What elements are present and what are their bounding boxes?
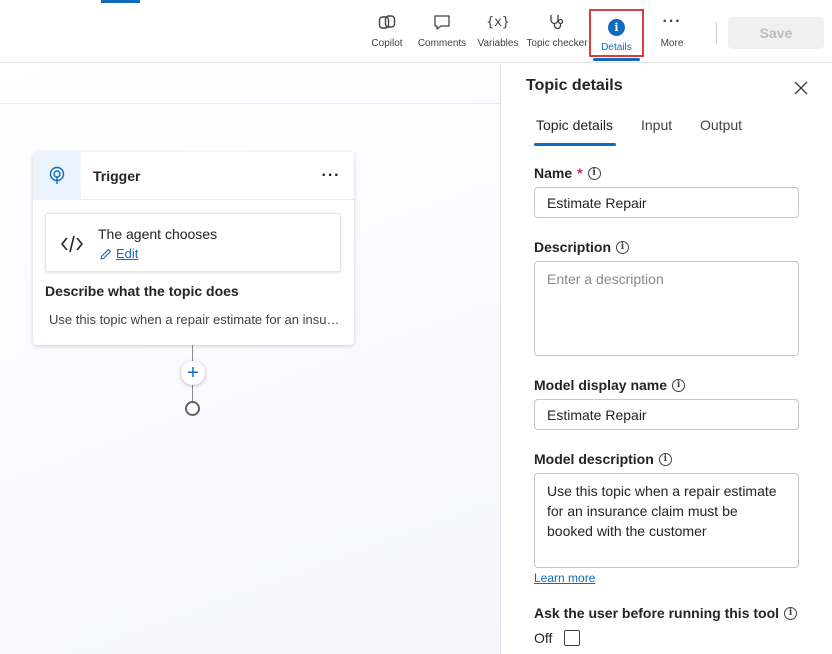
ask-user-label-row: Ask the user before running this tool i	[534, 605, 798, 621]
ask-user-toggle-row: Off	[534, 630, 581, 646]
learn-more-link[interactable]: Learn more	[534, 571, 595, 585]
trigger-icon	[33, 151, 81, 200]
name-input[interactable]: Estimate Repair	[534, 187, 799, 218]
name-label: Name	[534, 165, 573, 181]
ask-user-label: Ask the user before running this tool	[534, 605, 780, 621]
toolbar: Copilot Comments {x} Variables Topic che…	[0, 0, 832, 63]
model-description-label-row: Model description i	[534, 451, 672, 467]
toolbar-divider	[716, 22, 717, 44]
topic-details-panel: Topic details Topic details Input Output…	[500, 64, 832, 654]
model-display-name-label-row: Model display name i	[534, 377, 686, 393]
copilot-icon	[375, 10, 399, 34]
trigger-node[interactable]: Trigger ··· The agent chooses Edit Descr…	[33, 151, 354, 345]
edit-link[interactable]: Edit	[99, 246, 138, 261]
end-node	[185, 401, 200, 416]
info-icon: i	[605, 15, 629, 39]
description-label: Description	[534, 239, 612, 255]
model-display-name-input[interactable]: Estimate Repair	[534, 399, 799, 430]
name-value: Estimate Repair	[547, 194, 647, 211]
active-tab-indicator	[534, 143, 616, 146]
info-icon[interactable]: i	[587, 166, 601, 180]
agent-chooses-title: The agent chooses	[98, 226, 218, 242]
more-horizontal-icon: ···	[660, 10, 684, 34]
copilot-button[interactable]: Copilot	[367, 10, 407, 56]
details-button[interactable]: i Details	[589, 9, 644, 61]
topic-description-text: Use this topic when a repair estimate fo…	[49, 312, 341, 327]
model-display-name-value: Estimate Repair	[547, 406, 647, 423]
description-label-row: Description i	[534, 239, 630, 255]
tab-topic-details[interactable]: Topic details	[536, 117, 613, 133]
name-label-row: Name * i	[534, 165, 601, 181]
add-node-button[interactable]: +	[181, 361, 205, 385]
top-tab-indicator	[101, 0, 140, 3]
trigger-title: Trigger	[93, 167, 141, 184]
more-button[interactable]: ··· More	[651, 10, 693, 56]
topic-description-label: Describe what the topic does	[45, 283, 239, 299]
required-mark: *	[577, 165, 583, 181]
trigger-menu-button[interactable]: ···	[316, 167, 346, 185]
comment-icon	[430, 10, 454, 34]
variables-glyph: {x}	[486, 14, 510, 30]
variables-label: Variables	[477, 38, 519, 49]
model-display-name-label: Model display name	[534, 377, 668, 393]
more-glyph: ···	[662, 13, 682, 30]
save-button[interactable]: Save	[728, 17, 824, 49]
close-icon[interactable]	[791, 78, 811, 98]
tab-output[interactable]: Output	[700, 117, 742, 133]
info-icon[interactable]: i	[672, 378, 686, 392]
variables-icon: {x}	[486, 10, 510, 34]
model-description-label: Model description	[534, 451, 654, 467]
variables-button[interactable]: {x} Variables	[476, 10, 520, 56]
edit-label: Edit	[116, 246, 139, 261]
topic-checker-button[interactable]: Topic checker	[525, 10, 589, 56]
info-icon[interactable]: i	[616, 240, 630, 254]
trigger-header: Trigger ···	[33, 151, 354, 200]
panel-title: Topic details	[526, 77, 623, 94]
ask-user-state: Off	[534, 630, 553, 646]
info-glyph: i	[608, 18, 625, 36]
description-placeholder: Enter a description	[547, 271, 664, 287]
pencil-icon	[100, 248, 112, 260]
description-textarea[interactable]: Enter a description	[534, 261, 799, 356]
comments-label: Comments	[417, 38, 467, 49]
stethoscope-icon	[545, 10, 569, 34]
tab-input[interactable]: Input	[641, 117, 672, 133]
model-description-textarea[interactable]: Use this topic when a repair estimate fo…	[534, 473, 799, 568]
topic-checker-label: Topic checker	[526, 38, 588, 49]
model-description-value: Use this topic when a repair estimate fo…	[547, 483, 777, 539]
agent-chooses-box[interactable]: The agent chooses Edit	[45, 213, 341, 272]
canvas-divider	[0, 103, 500, 104]
comments-button[interactable]: Comments	[415, 10, 469, 56]
more-label: More	[660, 38, 684, 49]
info-icon[interactable]: i	[784, 606, 798, 620]
copilot-label: Copilot	[371, 38, 403, 49]
authoring-canvas[interactable]: Trigger ··· The agent chooses Edit Descr…	[0, 64, 500, 654]
code-icon	[61, 235, 83, 253]
details-label: Details	[601, 42, 632, 53]
info-icon[interactable]: i	[658, 452, 672, 466]
ask-user-checkbox[interactable]	[564, 630, 581, 646]
